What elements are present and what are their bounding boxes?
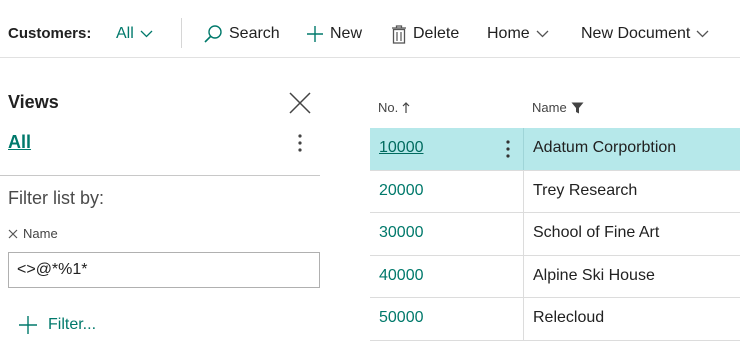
filter-field-chip: Name: [8, 226, 58, 241]
delete-button[interactable]: Delete: [391, 24, 459, 44]
toolbar-divider: [181, 18, 182, 48]
column-header-no-label: No.: [378, 100, 399, 115]
customer-name: Alpine Ski House: [533, 266, 655, 284]
customer-name: Relecloud: [533, 309, 605, 326]
customer-no-link[interactable]: 20000: [379, 182, 424, 200]
new-button[interactable]: New: [306, 24, 362, 44]
sort-ascending-icon: [402, 101, 410, 114]
add-filter-label: Filter...: [48, 316, 97, 333]
chevron-down-icon: [140, 30, 153, 38]
action-bar: Customers: All Search New Delete Home Ne…: [0, 0, 740, 58]
customer-name: School of Fine Art: [533, 224, 660, 241]
table-row[interactable]: 40000 Alpine Ski House: [370, 255, 740, 298]
customer-no-link[interactable]: 50000: [379, 309, 424, 327]
customer-no-link[interactable]: 10000: [379, 139, 424, 157]
search-button[interactable]: Search: [203, 24, 280, 44]
views-panel-title: Views: [8, 92, 59, 112]
filter-icon: [571, 102, 584, 114]
add-filter-button[interactable]: Filter...: [18, 315, 96, 335]
plus-icon: [306, 25, 324, 43]
table-row[interactable]: 50000 Relecloud: [370, 298, 740, 341]
filter-field-label: Name: [23, 226, 58, 241]
panel-divider: [0, 175, 320, 176]
view-all-link[interactable]: All: [8, 132, 31, 153]
chevron-down-icon: [696, 30, 709, 38]
customer-name: Adatum Corporbtion: [533, 139, 677, 156]
table-row[interactable]: 30000 School of Fine Art: [370, 213, 740, 256]
customer-name: Trey Research: [533, 181, 638, 199]
chevron-down-icon: [536, 30, 549, 38]
search-label: Search: [229, 25, 280, 42]
remove-filter-icon[interactable]: [8, 229, 18, 239]
filter-value-input[interactable]: [8, 252, 320, 288]
close-icon[interactable]: [288, 91, 312, 115]
column-divider: [523, 170, 524, 212]
table-row[interactable]: 10000 Adatum Corporbtion: [370, 128, 740, 171]
customer-list: 10000 Adatum Corporbtion 20000 Trey Rese…: [370, 128, 740, 341]
view-filter-label: All: [116, 25, 134, 42]
filter-heading: Filter list by:: [8, 188, 105, 208]
customer-no-link[interactable]: 30000: [379, 224, 424, 242]
customer-no-link[interactable]: 40000: [379, 267, 424, 285]
column-divider: [523, 128, 524, 170]
more-options-icon[interactable]: [296, 132, 304, 154]
home-label: Home: [487, 25, 530, 42]
column-header-no[interactable]: No.: [378, 100, 410, 115]
search-icon: [203, 24, 223, 44]
new-document-menu[interactable]: New Document: [581, 24, 709, 44]
new-label: New: [330, 25, 363, 42]
view-filter-dropdown[interactable]: All: [116, 24, 153, 44]
home-menu[interactable]: Home: [487, 24, 549, 44]
trash-icon: [391, 24, 407, 44]
column-divider: [523, 213, 524, 255]
table-row[interactable]: 20000 Trey Research: [370, 170, 740, 213]
column-header-name-label: Name: [532, 100, 567, 115]
new-document-label: New Document: [581, 25, 691, 42]
delete-label: Delete: [413, 25, 460, 42]
plus-icon: [18, 315, 38, 335]
column-divider: [523, 298, 524, 340]
row-actions-icon[interactable]: [504, 138, 512, 160]
page-title: Customers:: [8, 25, 92, 42]
column-divider: [523, 255, 524, 297]
column-header-name[interactable]: Name: [532, 100, 584, 115]
